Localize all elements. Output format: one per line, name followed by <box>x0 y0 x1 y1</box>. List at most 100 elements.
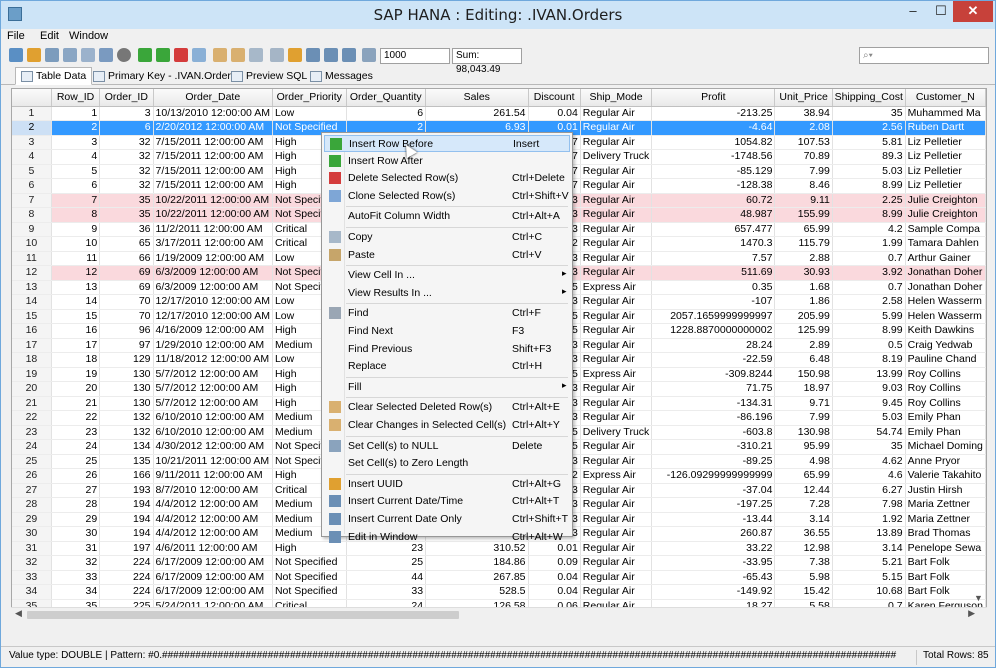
column-header[interactable]: Order_Date <box>153 89 273 107</box>
table-cell[interactable]: 29 <box>51 512 101 527</box>
table-cell[interactable]: 5.99 <box>832 309 906 324</box>
table-cell[interactable]: 4.98 <box>774 454 833 469</box>
table-cell[interactable]: Jonathan Doher <box>905 280 986 295</box>
table-cell[interactable]: 193 <box>99 483 154 498</box>
refresh-icon[interactable] <box>9 48 23 62</box>
table-cell[interactable]: 0.7 <box>832 280 906 295</box>
table-cell[interactable]: 0.09 <box>528 555 581 571</box>
table-cell[interactable]: -65.43 <box>651 570 776 585</box>
table-cell[interactable]: 4/30/2012 12:00:00 AM <box>153 439 273 455</box>
save-icon[interactable] <box>45 48 59 62</box>
table-cell[interactable]: 9/11/2011 12:00:00 AM <box>153 468 273 484</box>
table-cell[interactable]: 5.03 <box>832 410 906 426</box>
table-cell[interactable]: Delivery Truck <box>580 149 653 165</box>
table-cell[interactable]: 6/3/2009 12:00:00 AM <box>153 265 273 281</box>
column-header[interactable]: Sales <box>425 89 529 107</box>
context-menu-item[interactable]: Insert Current Date Only Ctrl+Shift+T <box>324 511 570 528</box>
table-cell[interactable]: 7/15/2011 12:00:00 AM <box>153 135 273 150</box>
table-cell[interactable]: Emily Phan <box>905 410 986 426</box>
table-cell[interactable]: 44 <box>346 570 427 585</box>
table-cell[interactable]: 10/22/2011 12:00:00 AM <box>153 193 273 208</box>
table-cell[interactable]: 0.04 <box>528 106 581 121</box>
table-cell[interactable]: 1470.3 <box>651 236 776 252</box>
table-cell[interactable]: 129 <box>99 352 154 368</box>
save-all-icon[interactable] <box>63 48 77 62</box>
table-cell[interactable]: 5/7/2012 12:00:00 AM <box>153 396 273 411</box>
table-cell[interactable]: 224 <box>99 570 154 585</box>
table-cell[interactable]: Regular Air <box>580 396 653 411</box>
table-cell[interactable]: 3/17/2011 12:00:00 AM <box>153 236 273 252</box>
table-cell[interactable]: 3.14 <box>774 512 833 527</box>
table-cell[interactable]: 5.81 <box>832 135 906 150</box>
context-menu-item[interactable]: AutoFit Column Width Ctrl+Alt+A <box>324 208 570 225</box>
menu-edit[interactable]: Edit <box>40 30 59 42</box>
table-cell[interactable]: 6 <box>51 178 101 194</box>
table-cell[interactable]: Regular Air <box>580 541 653 556</box>
table-cell[interactable]: 19 <box>51 367 101 382</box>
table-cell[interactable]: 0.35 <box>651 280 776 295</box>
menu-file[interactable]: File <box>7 30 25 42</box>
max-rows-input[interactable]: 1000 <box>380 48 450 64</box>
table-cell[interactable]: Regular Air <box>580 265 653 281</box>
stop-icon[interactable] <box>117 48 131 62</box>
tab-table-data[interactable]: Table Data <box>15 67 93 85</box>
context-menu-item[interactable]: Set Cell(s) to NULL Delete <box>324 438 570 455</box>
column-header[interactable]: Unit_Price <box>774 89 833 107</box>
context-menu-item[interactable]: Copy Ctrl+C <box>324 229 570 246</box>
table-cell[interactable]: 1.86 <box>774 294 833 310</box>
table-cell[interactable]: 115.79 <box>774 236 833 252</box>
table-cell[interactable]: 6/10/2010 12:00:00 AM <box>153 425 273 440</box>
table-cell[interactable]: 2.89 <box>774 338 833 353</box>
table-cell[interactable]: 0.04 <box>528 570 581 585</box>
table-cell[interactable]: 32 <box>51 555 101 571</box>
table-cell[interactable]: 6/10/2010 12:00:00 AM <box>153 410 273 426</box>
table-cell[interactable]: Arthur Gainer <box>905 251 986 266</box>
table-cell[interactable]: 3 <box>51 135 101 150</box>
table-cell[interactable]: 8.99 <box>832 323 906 339</box>
column-header[interactable]: Row_ID <box>51 89 101 107</box>
context-menu-item[interactable]: Find Previous Shift+F3 <box>324 341 570 358</box>
table-cell[interactable]: 36.55 <box>774 526 833 542</box>
table-cell[interactable]: Regular Air <box>580 309 653 324</box>
table-cell[interactable]: 2.08 <box>774 120 833 136</box>
table-cell[interactable]: 65.99 <box>774 222 833 237</box>
table-cell[interactable]: 7.57 <box>651 251 776 266</box>
table-cell[interactable]: 9.11 <box>774 193 833 208</box>
table-cell[interactable]: 5/7/2012 12:00:00 AM <box>153 367 273 382</box>
table-cell[interactable]: Regular Air <box>580 135 653 150</box>
context-menu-item[interactable]: View Results In ... ▸ <box>324 285 570 302</box>
table-cell[interactable]: Anne Pryor <box>905 454 986 469</box>
context-menu-item[interactable]: Set Cell(s) to Zero Length <box>324 455 570 472</box>
search-input[interactable]: ⌕▾ <box>859 47 989 64</box>
table-cell[interactable]: 10/21/2011 12:00:00 AM <box>153 454 273 469</box>
tab-primary-key[interactable]: Primary Key - .IVAN.Orders <box>87 67 242 85</box>
table-cell[interactable]: 12 <box>51 265 101 281</box>
table-cell[interactable]: 97 <box>99 338 154 353</box>
table-cell[interactable]: 205.99 <box>774 309 833 324</box>
table-cell[interactable]: -309.8244 <box>651 367 776 382</box>
table-cell[interactable]: Regular Air <box>580 381 653 397</box>
copy-icon[interactable] <box>249 48 263 62</box>
column-header[interactable]: Ship_Mode <box>580 89 653 107</box>
table-cell[interactable]: Regular Air <box>580 512 653 527</box>
table-cell[interactable]: Liz Pelletier <box>905 149 986 165</box>
table-cell[interactable]: Regular Air <box>580 338 653 353</box>
table-cell[interactable]: -603.8 <box>651 425 776 440</box>
table-cell[interactable]: -4.64 <box>651 120 776 136</box>
table-cell[interactable]: Express Air <box>580 367 653 382</box>
table-cell[interactable]: 8.46 <box>774 178 833 194</box>
table-cell[interactable]: 4/4/2012 12:00:00 AM <box>153 497 273 513</box>
table-cell[interactable]: 32 <box>99 135 154 150</box>
table-cell[interactable]: Liz Pelletier <box>905 164 986 179</box>
table-cell[interactable]: Regular Air <box>580 497 653 513</box>
context-menu-item[interactable]: Replace Ctrl+H <box>324 358 570 375</box>
context-menu-item[interactable]: Insert Row After <box>324 153 570 170</box>
table-cell[interactable]: 31 <box>51 541 101 556</box>
table-cell[interactable]: 13 <box>51 280 101 295</box>
table-cell[interactable]: 7.99 <box>774 410 833 426</box>
table-cell[interactable]: Sample Compa <box>905 222 986 237</box>
table-cell[interactable]: 36 <box>99 222 154 237</box>
table-cell[interactable]: 7/15/2011 12:00:00 AM <box>153 149 273 165</box>
table-cell[interactable]: -197.25 <box>651 497 776 513</box>
table-cell[interactable]: 35 <box>832 106 906 121</box>
